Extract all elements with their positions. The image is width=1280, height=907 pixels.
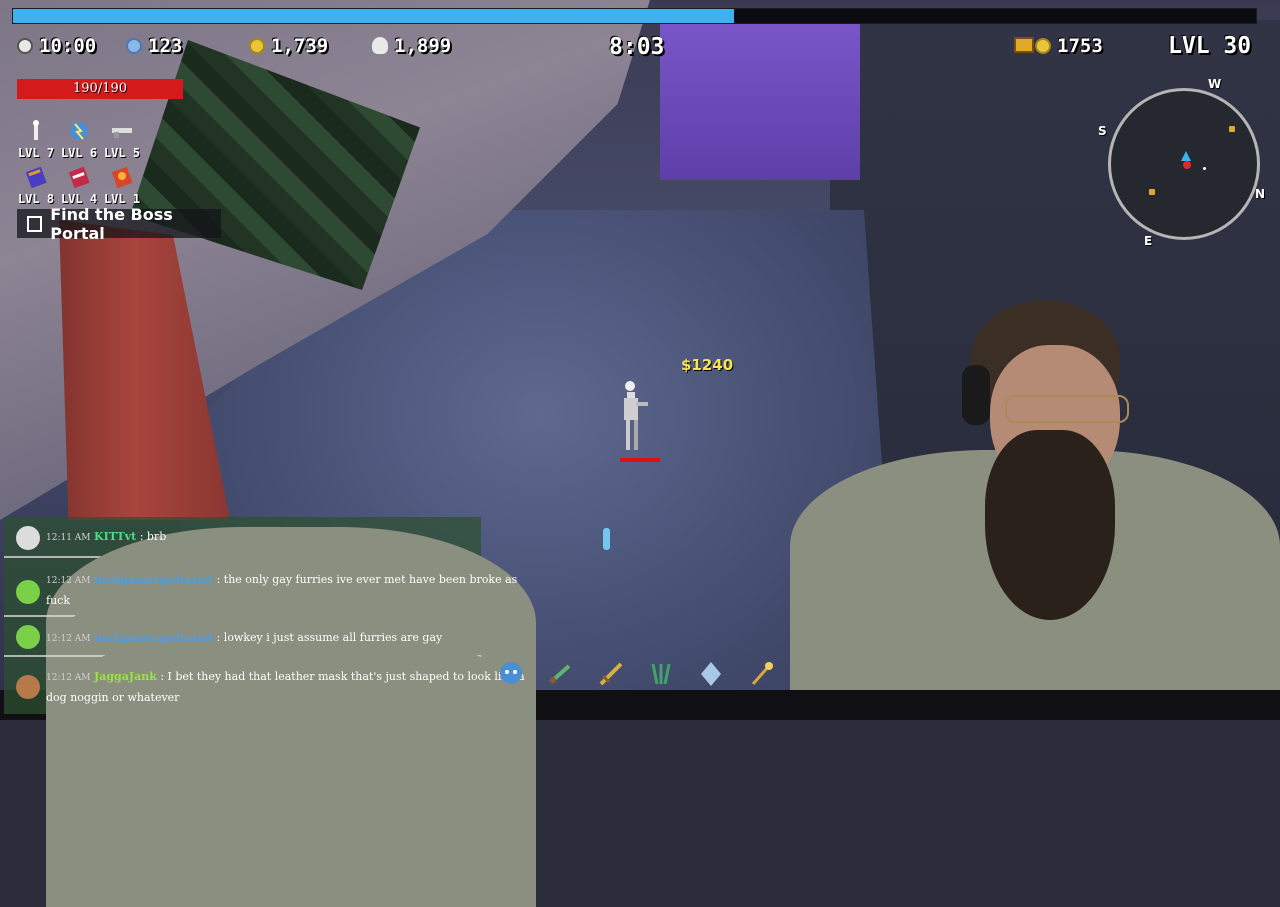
- quest-tracker[interactable]: Find the Boss Portal: [17, 205, 221, 243]
- chat-message: 12:12 AM nickgamerguitarist : the only g…: [4, 558, 536, 810]
- tome-slot: LVL 4: [59, 166, 99, 206]
- skeleton-player: [624, 381, 648, 450]
- bone-icon: [33, 120, 39, 140]
- chest-gold-counter: 1753: [1014, 35, 1103, 57]
- golden-staff-icon[interactable]: [747, 660, 775, 688]
- skull-icon: [372, 37, 388, 54]
- headset-icon: [962, 365, 990, 425]
- green-claw-icon[interactable]: [647, 660, 675, 688]
- chest-gold-count: 1753: [1057, 35, 1103, 57]
- golden-sword-icon[interactable]: [597, 660, 625, 688]
- coin-icon: [1035, 38, 1051, 54]
- quest-label: Find the Boss Portal: [50, 204, 173, 243]
- tome-slot: LVL 1: [102, 166, 142, 206]
- stage-timer: 8:03: [609, 34, 665, 60]
- chat-message: 12:12 AM nickgamerguitarist : lowkey i j…: [4, 617, 536, 868]
- crystal-icon[interactable]: [697, 660, 725, 688]
- red-tome-icon: [68, 166, 90, 189]
- chat-username: JaggaJank: [94, 670, 157, 683]
- weapon-level: LVL 7: [17, 146, 55, 160]
- kill-counter: 1,899: [372, 35, 451, 57]
- xp-bar-fill: [13, 9, 734, 23]
- chat-time: 12:11 AM: [46, 533, 91, 543]
- avatar: [16, 625, 40, 649]
- gold-counter: 1,739: [249, 35, 328, 57]
- xp-crystal-icon: [603, 528, 610, 550]
- chat-username: nickgamerguitarist: [94, 631, 214, 644]
- chest-marker-icon: [1149, 189, 1155, 195]
- streamer-glasses: [1005, 395, 1129, 423]
- health-bar: 190/190: [17, 79, 183, 99]
- gold-count: 1,739: [271, 35, 329, 57]
- xp-bar: [12, 8, 1257, 24]
- compass-north: N: [1255, 187, 1266, 201]
- weapon-slot: LVL 7: [16, 120, 56, 160]
- minimap[interactable]: [1108, 88, 1260, 240]
- compass-east: E: [1144, 234, 1153, 248]
- stream-chat: 12:11 AM KITTvt : brb 12:12 AM nickgamer…: [4, 517, 536, 907]
- chat-text: : brb: [139, 530, 167, 543]
- compass-west: W: [1208, 77, 1222, 91]
- green-dagger-icon[interactable]: [547, 660, 575, 688]
- chat-time: 12:12 AM: [46, 634, 91, 644]
- streamer-beard: [985, 430, 1115, 620]
- revolver-icon: [112, 128, 132, 138]
- pickup-marker-icon: [1203, 167, 1206, 170]
- chat-time: 12:12 AM: [46, 576, 91, 586]
- chat-time: 12:12 AM: [46, 673, 91, 683]
- enemy-marker-icon: [1183, 161, 1191, 169]
- tome-slot: LVL 8: [16, 166, 56, 206]
- chat-username: KITTvt: [94, 530, 137, 543]
- compass-south: S: [1098, 124, 1107, 138]
- chat-message: 12:11 AM KITTvt : brb: [4, 519, 536, 767]
- chat-username: nickgamerguitarist: [94, 573, 214, 586]
- weapon-level: LVL 5: [103, 146, 141, 160]
- kill-count: 1,899: [394, 35, 452, 57]
- money-popup: $1240: [681, 356, 734, 374]
- coin-icon: [249, 38, 265, 54]
- blue-tome-icon: [25, 166, 47, 189]
- avatar: [16, 580, 40, 604]
- ice-skull-icon[interactable]: [497, 660, 525, 688]
- timer-display: 10:00: [17, 35, 96, 57]
- item-hotbar: [495, 660, 795, 690]
- weapon-slot: LVL 5: [102, 120, 142, 160]
- lightning-orb-icon: [70, 122, 88, 140]
- clock-icon: [17, 38, 33, 54]
- gem-counter: 123: [126, 35, 182, 57]
- player-level: LVL 30: [1168, 33, 1252, 59]
- timer-value: 10:00: [39, 35, 97, 57]
- quest-checkbox[interactable]: [27, 215, 43, 232]
- fire-tome-icon: [111, 166, 133, 189]
- weapon-slot: LVL 6: [59, 120, 99, 160]
- webcam-overlay: [790, 290, 1280, 690]
- avatar: [16, 675, 40, 699]
- gem-icon: [126, 38, 142, 54]
- chest-marker-icon: [1229, 126, 1235, 132]
- gem-count: 123: [148, 35, 183, 57]
- player-arrow-icon: [1181, 151, 1191, 161]
- chest-icon: [1014, 37, 1034, 53]
- weapon-level: LVL 6: [60, 146, 98, 160]
- chat-text: : lowkey i just assume all furries are g…: [216, 631, 443, 644]
- avatar: [16, 526, 40, 550]
- purple-sky: [660, 20, 860, 180]
- chat-message: 12:12 AM JaggaJank : I bet they had that…: [4, 657, 536, 907]
- player-health-indicator: [620, 458, 660, 462]
